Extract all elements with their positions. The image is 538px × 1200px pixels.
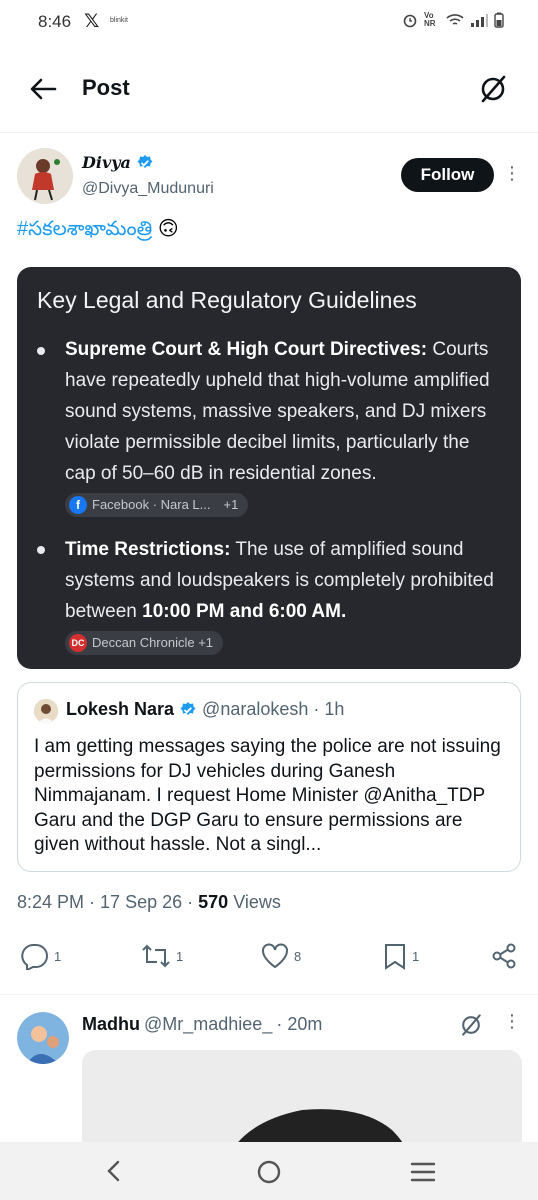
- notification-label: blinkit: [110, 17, 128, 24]
- bullet: [37, 347, 45, 355]
- page-title: Post: [82, 75, 130, 100]
- status-bar: 8:46 𝕏 blinkit Vo NR: [0, 0, 538, 44]
- card-item-2-bold: 10:00 PM and 6:00 AM.: [142, 601, 347, 622]
- alarm-icon: [403, 14, 417, 28]
- source-label: Facebook · Nara L...: [92, 496, 211, 512]
- x-logo-icon: 𝕏: [84, 11, 100, 32]
- card-item-1-heading: Supreme Court & High Court Directives:: [65, 339, 428, 360]
- next-author-name[interactable]: Madhu: [82, 1014, 140, 1035]
- header-divider: [0, 132, 538, 133]
- wifi-icon: [446, 14, 464, 25]
- bookmark-icon: [385, 944, 405, 970]
- more-options-icon[interactable]: ⋮: [502, 164, 522, 186]
- next-post-time: · 20m: [276, 1014, 323, 1034]
- card-item-1-body: Courts have repeatedly upheld that high-…: [65, 339, 490, 484]
- source-more: +1: [223, 496, 239, 512]
- quote-avatar-photo-icon: [34, 699, 58, 723]
- nav-recents-icon[interactable]: [410, 1161, 436, 1183]
- post-meta: 8:24 PM · 17 Sep 26 · 570 Views: [17, 892, 281, 912]
- views-label: Views: [233, 892, 281, 912]
- status-icons: Vo NR: [402, 12, 504, 28]
- card-item-2: Time Restrictions: The use of amplified …: [65, 534, 505, 658]
- next-avatar-illustration-icon: [17, 1012, 69, 1064]
- photo-thumbnail-icon: [82, 1050, 522, 1150]
- next-post-avatar[interactable]: [17, 1012, 69, 1064]
- repost-icon: [142, 944, 170, 968]
- repost-count: 1: [176, 948, 184, 964]
- network-label: Vo NR: [424, 11, 436, 28]
- more-options-icon[interactable]: ⋮: [502, 1012, 522, 1034]
- quote-avatar: [34, 699, 58, 723]
- grok-icon[interactable]: [478, 74, 508, 104]
- bookmark-count: 1: [412, 948, 420, 964]
- tweet-text: #సకలశాఖామంత్రి 🙃: [17, 216, 179, 245]
- author-avatar[interactable]: [17, 148, 73, 204]
- emoji: 🙃: [157, 218, 179, 240]
- verified-badge-icon: [137, 154, 153, 168]
- battery-icon: [494, 12, 504, 28]
- deccan-chronicle-icon: DC: [69, 633, 87, 652]
- post-date: 17 Sep 26: [100, 892, 183, 912]
- attached-image-card[interactable]: Key Legal and Regulatory Guidelines Supr…: [17, 267, 521, 669]
- like-count: 8: [294, 948, 302, 964]
- top-bar: Post: [0, 60, 538, 120]
- reply-icon: [21, 943, 48, 970]
- heart-icon: [262, 943, 288, 969]
- verified-badge-icon: [180, 701, 196, 715]
- follow-button[interactable]: Follow: [401, 158, 494, 192]
- nav-back-icon[interactable]: [104, 1160, 124, 1182]
- source-label: Deccan Chronicle +1: [92, 634, 214, 650]
- quote-text: I am getting messages saying the police …: [34, 736, 501, 855]
- post-time: 8:24 PM: [17, 892, 85, 912]
- card-item-2-heading: Time Restrictions:: [65, 539, 231, 560]
- reply-button[interactable]: 1: [20, 942, 61, 970]
- author-handle[interactable]: @Divya_Mudunuri: [82, 180, 214, 198]
- nav-home-icon[interactable]: [256, 1159, 282, 1185]
- back-arrow-icon[interactable]: [28, 76, 58, 102]
- like-button[interactable]: 8: [260, 942, 301, 970]
- next-author-handle[interactable]: @Mr_madhiee_: [144, 1014, 272, 1035]
- post-divider: [0, 994, 538, 995]
- android-nav-bar: [0, 1142, 538, 1200]
- author-name-row[interactable]: Divya: [82, 153, 154, 172]
- quoted-post[interactable]: Lokesh Nara @naralokesh · 1h I am gettin…: [17, 682, 521, 872]
- author-name[interactable]: Divya: [82, 153, 131, 172]
- quote-author-name: Lokesh Nara: [66, 699, 175, 719]
- share-button[interactable]: [490, 942, 518, 970]
- bookmark-button[interactable]: 1: [382, 942, 419, 970]
- repost-button[interactable]: 1: [140, 942, 183, 970]
- card-title: Key Legal and Regulatory Guidelines: [37, 287, 417, 313]
- source-chip-deccan: DC Deccan Chronicle +1: [65, 630, 224, 655]
- grok-icon[interactable]: [458, 1012, 484, 1038]
- signal-icon: [471, 14, 488, 27]
- source-chip-facebook: f Facebook · Nara L... +1: [65, 492, 249, 517]
- card-item-1: Supreme Court & High Court Directives: C…: [65, 334, 505, 520]
- next-post-image[interactable]: [82, 1050, 522, 1150]
- hashtag-link[interactable]: #సకలశాఖామంత్రి: [17, 218, 152, 240]
- avatar-illustration-icon: [17, 148, 73, 204]
- reply-count: 1: [54, 948, 62, 964]
- facebook-icon: f: [69, 495, 87, 514]
- bullet: [37, 546, 45, 554]
- quote-time: · 1h: [313, 699, 345, 719]
- quote-header: Lokesh Nara @naralokesh · 1h: [66, 699, 344, 720]
- status-time: 8:46: [38, 12, 72, 31]
- views-count[interactable]: 570: [198, 892, 228, 912]
- quote-author-handle: @naralokesh: [202, 699, 309, 719]
- next-post-header: Madhu @Mr_madhiee_ · 20m: [82, 1014, 322, 1035]
- share-icon: [492, 943, 516, 969]
